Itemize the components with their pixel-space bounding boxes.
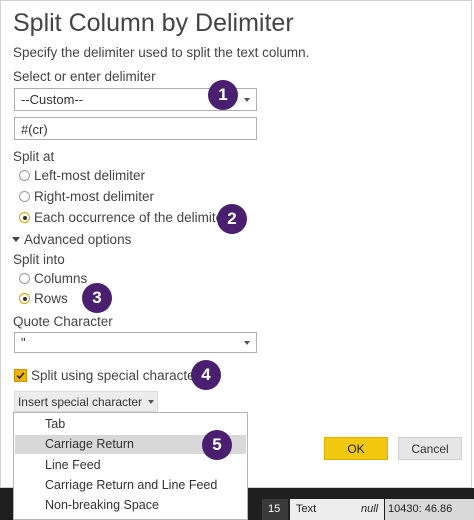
insert-special-character-label: Insert special character [17,394,143,409]
callout-badge-1: 1 [208,80,238,110]
advanced-options-label: Advanced options [24,232,132,247]
radio-rows[interactable] [19,293,30,304]
custom-delimiter-input[interactable]: #(cr) [14,117,257,140]
special-characters-checkbox[interactable] [14,369,27,382]
background-row-number-text: 15 [268,503,281,515]
radio-each-occurrence[interactable] [19,212,30,223]
background-cell-value-text: 10430: 46.86 [388,503,453,515]
radio-left-most-label: Left-most delimiter [34,168,146,183]
dialog-title: Split Column by Delimiter [13,9,294,37]
radio-right-most[interactable] [19,191,30,202]
radio-columns-label: Columns [34,271,88,286]
chevron-down-icon[interactable] [238,333,256,352]
chevron-down-icon[interactable] [238,89,256,110]
quote-character-select[interactable]: " [14,332,257,353]
special-characters-label: Split using special characters [31,368,206,383]
split-at-label: Split at [13,149,55,164]
background-cell-null: null [361,503,379,515]
radio-each-occurrence-label: Each occurrence of the delimiter [34,210,228,225]
dialog-subtitle: Specify the delimiter used to split the … [13,45,310,60]
radio-rows-label: Rows [34,291,68,306]
advanced-options-toggle[interactable]: Advanced options [12,232,131,247]
insert-special-character-button[interactable]: Insert special character [14,391,158,412]
background-cell-type-text: Text [296,503,317,515]
quote-character-value: " [21,335,26,350]
callout-badge-3: 3 [82,283,112,313]
quote-character-label: Quote Character [13,314,113,329]
cancel-button[interactable]: Cancel [398,437,462,460]
menu-item-cr-lf[interactable]: Carriage Return and Line Feed [15,476,246,495]
radio-columns[interactable] [19,273,30,284]
delimiter-selected-value: --Custom-- [21,92,84,107]
radio-left-most[interactable] [19,170,30,181]
chevron-down-icon [148,399,155,404]
radio-right-most-label: Right-most delimiter [34,189,155,204]
checkmark-icon [16,372,25,380]
menu-item-non-breaking-space[interactable]: Non-breaking Space [15,496,246,515]
triangle-down-icon [12,237,20,242]
delimiter-label: Select or enter delimiter [13,69,156,84]
custom-delimiter-value: #(cr) [21,122,48,137]
special-character-menu: Tab Carriage Return Line Feed Carriage R… [13,412,248,520]
callout-badge-5: 5 [202,430,232,460]
ok-button[interactable]: OK [324,437,388,460]
callout-badge-2: 2 [217,204,247,234]
split-into-label: Split into [13,252,65,267]
callout-badge-4: 4 [191,360,221,390]
